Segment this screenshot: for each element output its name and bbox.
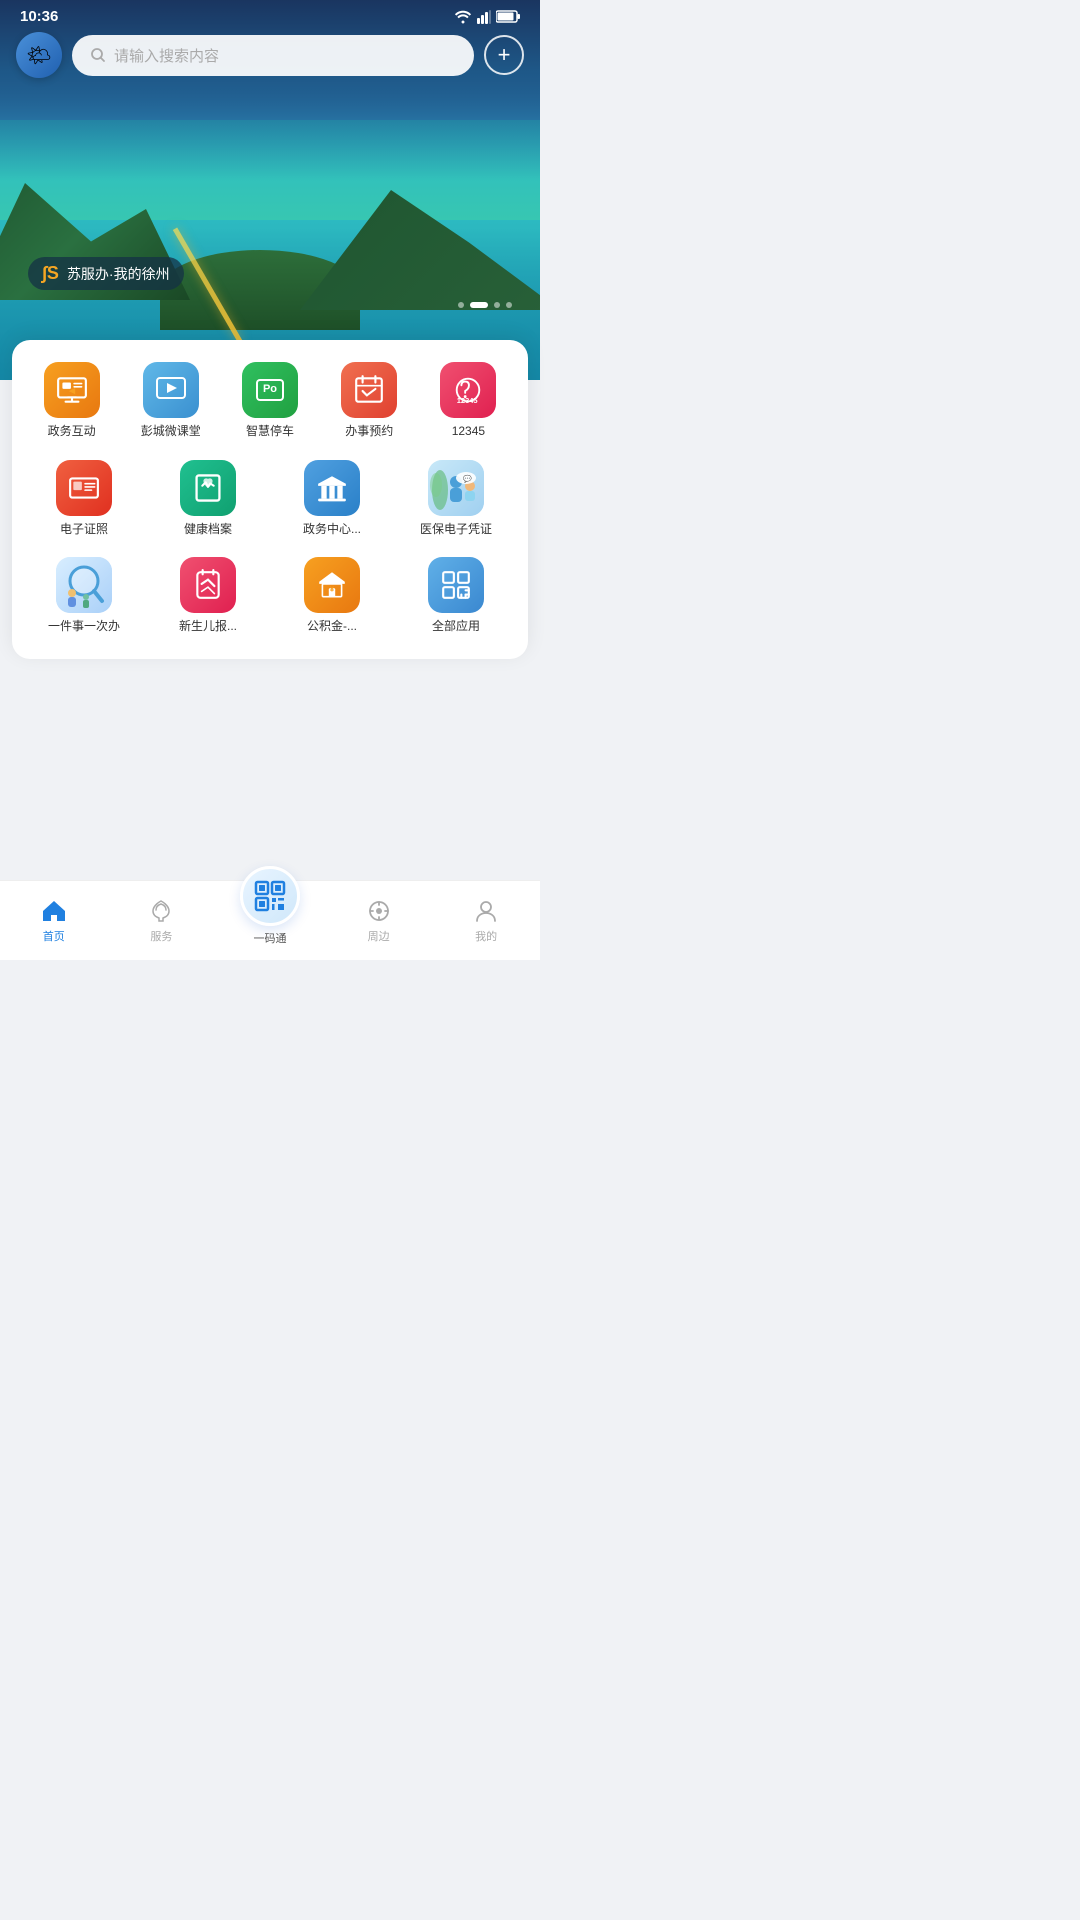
app-onestop[interactable]: 一件事一次办 bbox=[22, 551, 146, 641]
medical-insurance-label: 医保电子凭证 bbox=[420, 522, 492, 538]
nav-home[interactable]: 首页 bbox=[25, 890, 83, 952]
dot-2 bbox=[470, 302, 488, 308]
12345-icon: 12345 bbox=[440, 362, 496, 418]
appointment-icon bbox=[341, 362, 397, 418]
nearby-nav-icon bbox=[366, 898, 392, 924]
housing-fund-icon: ¥ bbox=[304, 557, 360, 613]
health-record-icon bbox=[180, 460, 236, 516]
status-time: 10:36 bbox=[20, 8, 58, 25]
newborn-icon bbox=[180, 557, 236, 613]
search-bar-wrapper: 🌤 请输入搜索内容 + bbox=[0, 32, 540, 78]
nav-center-button[interactable] bbox=[240, 866, 300, 926]
app-all-apps[interactable]: 全部应用 bbox=[394, 551, 518, 641]
search-placeholder: 请输入搜索内容 bbox=[114, 45, 219, 66]
bottom-navigation: 首页 服务 一码通 bbox=[0, 880, 540, 960]
gov-interact-icon bbox=[44, 362, 100, 418]
nav-services-label: 服务 bbox=[150, 928, 172, 944]
app-newborn[interactable]: 新生儿报... bbox=[146, 551, 270, 641]
micro-class-icon bbox=[143, 362, 199, 418]
micro-class-label: 彭城微课堂 bbox=[141, 424, 201, 440]
search-input-wrapper[interactable]: 请输入搜索内容 bbox=[72, 35, 474, 76]
nav-yimatong[interactable]: 一码通 bbox=[240, 866, 300, 946]
e-license-icon bbox=[56, 460, 112, 516]
services-nav-icon bbox=[148, 898, 174, 924]
banner-dots bbox=[458, 302, 512, 308]
banner-logo: ∫S bbox=[42, 263, 59, 284]
dot-1 bbox=[458, 302, 464, 308]
apps-card: 政务互动 彭城微课堂 Po 智慧停车 bbox=[12, 340, 528, 659]
search-icon bbox=[90, 47, 106, 63]
medical-insurance-icon: 💬 bbox=[428, 460, 484, 516]
all-apps-label: 全部应用 bbox=[432, 619, 480, 635]
app-smart-park[interactable]: Po 智慧停车 bbox=[220, 356, 319, 446]
nav-services[interactable]: 服务 bbox=[132, 890, 190, 952]
svg-text:💬: 💬 bbox=[463, 474, 472, 483]
banner-label: ∫S 苏服办·我的徐州 bbox=[28, 257, 184, 290]
nav-mine[interactable]: 我的 bbox=[457, 890, 515, 952]
app-micro-class[interactable]: 彭城微课堂 bbox=[121, 356, 220, 446]
gov-center-label: 政务中心... bbox=[303, 522, 361, 538]
apps-row-3: 一件事一次办 新生儿报... bbox=[22, 551, 518, 641]
app-appointment[interactable]: 办事预约 bbox=[320, 356, 419, 446]
all-apps-icon bbox=[428, 557, 484, 613]
app-gov-center[interactable]: 政务中心... bbox=[270, 454, 394, 544]
gov-interact-label: 政务互动 bbox=[48, 424, 96, 440]
health-record-label: 健康档案 bbox=[184, 522, 232, 538]
app-housing-fund[interactable]: ¥ 公积金-... bbox=[270, 551, 394, 641]
apps-row-2: 电子证照 健康档案 bbox=[22, 454, 518, 544]
onestop-icon bbox=[56, 557, 112, 613]
app-medical-insurance[interactable]: 💬 医保电子凭证 bbox=[394, 454, 518, 544]
status-bar: 10:36 bbox=[0, 0, 540, 29]
apps-row-1: 政务互动 彭城微课堂 Po 智慧停车 bbox=[22, 356, 518, 446]
dot-4 bbox=[506, 302, 512, 308]
status-icons bbox=[454, 10, 520, 24]
nav-mine-label: 我的 bbox=[475, 928, 497, 944]
weather-button[interactable]: 🌤 bbox=[16, 32, 62, 78]
gov-center-icon bbox=[304, 460, 360, 516]
signal-icon bbox=[477, 10, 491, 24]
svg-text:12345: 12345 bbox=[457, 396, 478, 405]
dot-3 bbox=[494, 302, 500, 308]
appointment-label: 办事预约 bbox=[345, 424, 393, 440]
nav-home-label: 首页 bbox=[43, 928, 65, 944]
smart-park-icon: Po bbox=[242, 362, 298, 418]
app-12345[interactable]: 12345 12345 bbox=[419, 356, 518, 446]
home-nav-icon bbox=[41, 898, 67, 924]
smart-park-label: 智慧停车 bbox=[246, 424, 294, 440]
e-license-label: 电子证照 bbox=[60, 522, 108, 538]
hero-banner[interactable]: 🌤 请输入搜索内容 + ∫S 苏服办·我的徐州 bbox=[0, 0, 540, 380]
app-gov-interact[interactable]: 政务互动 bbox=[22, 356, 121, 446]
nav-yimatong-label: 一码通 bbox=[253, 930, 286, 946]
add-button[interactable]: + bbox=[484, 35, 524, 75]
banner-text: 苏服办·我的徐州 bbox=[67, 264, 170, 284]
onestop-label: 一件事一次办 bbox=[48, 619, 120, 635]
app-health-record[interactable]: 健康档案 bbox=[146, 454, 270, 544]
qr-nav-icon bbox=[253, 879, 287, 913]
mine-nav-icon bbox=[473, 898, 499, 924]
nav-nearby[interactable]: 周边 bbox=[350, 890, 408, 952]
housing-fund-label: 公积金-... bbox=[307, 619, 357, 635]
wifi-icon bbox=[454, 10, 472, 24]
app-e-license[interactable]: 电子证照 bbox=[22, 454, 146, 544]
nav-nearby-label: 周边 bbox=[368, 928, 390, 944]
12345-label: 12345 bbox=[452, 424, 485, 440]
add-icon: + bbox=[498, 44, 511, 66]
weather-icon: 🌤 bbox=[26, 43, 51, 68]
newborn-label: 新生儿报... bbox=[179, 619, 237, 635]
battery-icon bbox=[496, 10, 520, 23]
